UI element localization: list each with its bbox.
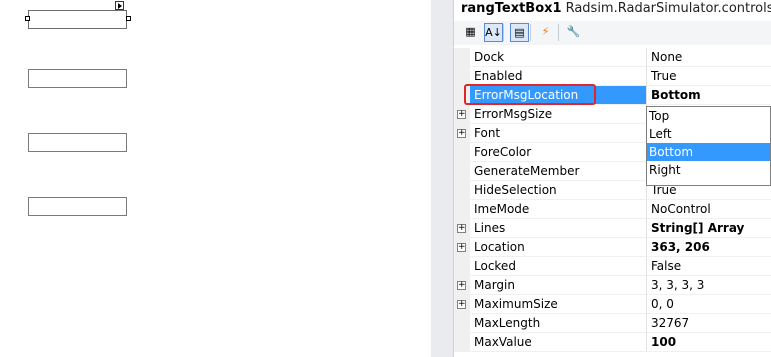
property-row[interactable]: + Location 363, 206 xyxy=(454,238,771,257)
property-name[interactable]: Lines xyxy=(470,219,647,238)
row-gutter: + xyxy=(454,276,470,295)
expand-plus-icon[interactable]: + xyxy=(457,281,466,290)
property-name[interactable]: Margin xyxy=(470,276,647,295)
property-value[interactable]: 0, 0 xyxy=(647,295,771,314)
row-gutter xyxy=(454,48,470,67)
property-name[interactable]: Dock xyxy=(470,48,647,67)
property-value[interactable]: String[] Array xyxy=(647,219,771,238)
resize-handle-left[interactable] xyxy=(25,16,30,21)
expand-plus-icon[interactable]: + xyxy=(457,110,466,119)
expand-plus-icon[interactable]: + xyxy=(457,300,466,309)
properties-toolbar: ▦ A↓ ▤ ⚡ 🔧 xyxy=(454,21,771,45)
form-designer-surface[interactable] xyxy=(0,0,431,357)
dropdown-option-right[interactable]: Right xyxy=(647,161,770,179)
property-value[interactable]: 3, 3, 3, 3 xyxy=(647,276,771,295)
property-row[interactable]: ImeMode NoControl xyxy=(454,200,771,219)
alphabetical-icon[interactable]: A↓ xyxy=(484,23,503,42)
row-gutter: + xyxy=(454,238,470,257)
row-gutter xyxy=(454,162,470,181)
property-name[interactable]: ImeMode xyxy=(470,200,647,219)
property-value[interactable]: 100 xyxy=(647,333,771,352)
row-gutter xyxy=(454,333,470,352)
dropdown-option-left[interactable]: Left xyxy=(647,125,770,143)
property-value[interactable]: NoControl xyxy=(647,200,771,219)
property-row[interactable]: Dock None xyxy=(454,48,771,67)
row-gutter: + xyxy=(454,105,470,124)
row-gutter xyxy=(454,181,470,200)
property-name[interactable]: Font xyxy=(470,124,647,143)
properties-icon[interactable]: ▤ xyxy=(510,23,529,42)
row-gutter: + xyxy=(454,295,470,314)
row-gutter xyxy=(454,314,470,333)
toolbar-separator xyxy=(503,24,504,41)
property-name[interactable]: ErrorMsgSize xyxy=(470,105,647,124)
property-name[interactable]: HideSelection xyxy=(470,181,647,200)
rang-textbox[interactable] xyxy=(28,133,127,152)
property-value[interactable]: Bottom xyxy=(647,86,771,105)
property-name[interactable]: MaximumSize xyxy=(470,295,647,314)
smart-tag-arrow-icon[interactable] xyxy=(115,1,124,10)
expand-plus-icon[interactable]: + xyxy=(457,243,466,252)
property-value[interactable]: 363, 206 xyxy=(647,238,771,257)
toolbar-separator xyxy=(558,24,559,41)
dropdown-option-bottom[interactable]: Bottom xyxy=(647,143,770,161)
property-name[interactable]: ForeColor xyxy=(470,143,647,162)
panel-splitter[interactable] xyxy=(431,0,454,357)
resize-handle-right[interactable] xyxy=(126,16,131,21)
row-gutter: + xyxy=(454,219,470,238)
object-name: rangTextBox1 xyxy=(461,1,562,16)
categorized-icon[interactable]: ▦ xyxy=(461,23,480,42)
error-msg-location-dropdown[interactable]: Top Left Bottom Right xyxy=(646,106,771,186)
row-gutter xyxy=(454,143,470,162)
property-pages-icon[interactable]: 🔧 xyxy=(564,23,583,42)
property-value[interactable]: 32767 xyxy=(647,314,771,333)
property-name[interactable]: Location xyxy=(470,238,647,257)
property-name[interactable]: GenerateMember xyxy=(470,162,647,181)
property-row[interactable]: Locked False xyxy=(454,257,771,276)
property-row[interactable]: MaxLength 32767 xyxy=(454,314,771,333)
annotation-highlight-box xyxy=(464,84,596,105)
expand-plus-icon[interactable]: + xyxy=(457,129,466,138)
object-type: Radsim.RadarSimulator.controls.Rang xyxy=(565,1,771,16)
property-value[interactable]: None xyxy=(647,48,771,67)
property-row[interactable]: + Margin 3, 3, 3, 3 xyxy=(454,276,771,295)
expand-plus-icon[interactable]: + xyxy=(457,224,466,233)
property-row[interactable]: + MaximumSize 0, 0 xyxy=(454,295,771,314)
row-gutter: + xyxy=(454,124,470,143)
selected-rang-textbox[interactable] xyxy=(28,10,127,29)
property-name[interactable]: MaxLength xyxy=(470,314,647,333)
property-row[interactable]: MaxValue 100 xyxy=(454,333,771,352)
rang-textbox[interactable] xyxy=(28,69,127,88)
property-name[interactable]: MaxValue xyxy=(470,333,647,352)
toolbar-separator xyxy=(530,24,531,41)
property-value[interactable]: True xyxy=(647,67,771,86)
property-row[interactable]: + Lines String[] Array xyxy=(454,219,771,238)
object-selector[interactable]: rangTextBox1 Radsim.RadarSimulator.contro… xyxy=(454,0,771,18)
dropdown-option-top[interactable]: Top xyxy=(647,107,770,125)
row-gutter xyxy=(454,200,470,219)
row-gutter xyxy=(454,257,470,276)
property-value[interactable]: False xyxy=(647,257,771,276)
events-icon[interactable]: ⚡ xyxy=(536,23,555,42)
property-name[interactable]: Locked xyxy=(470,257,647,276)
rang-textbox[interactable] xyxy=(28,197,127,216)
